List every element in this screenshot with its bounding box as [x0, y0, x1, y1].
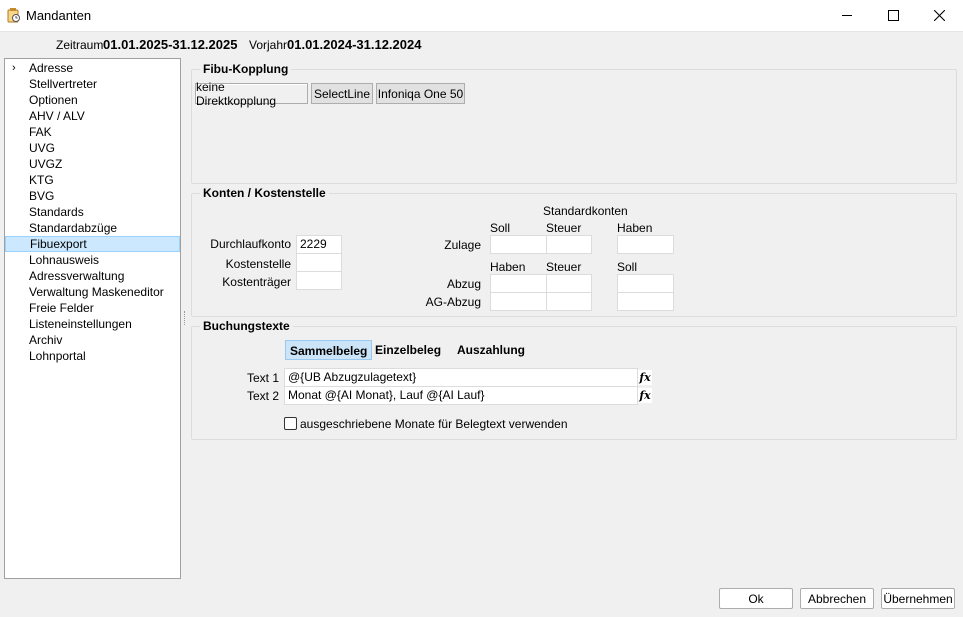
- kostenstelle-label: Kostenstelle: [225, 257, 291, 271]
- splitter-handle[interactable]: [184, 311, 188, 325]
- nav-item-stellvertreter[interactable]: Stellvertreter: [29, 76, 97, 92]
- vorjahr-label: Vorjahr: [249, 38, 288, 52]
- abzug-label: Abzug: [446, 277, 481, 291]
- text1-label: Text 1: [246, 371, 279, 385]
- nav-item-archiv[interactable]: Archiv: [29, 332, 62, 348]
- infoniqa-one-50-button[interactable]: Infoniqa One 50: [376, 83, 465, 104]
- zulage-steuer-input[interactable]: [546, 235, 592, 254]
- navigation-list[interactable]: › Adresse Stellvertreter Optionen AHV / …: [4, 58, 181, 579]
- kostentraeger-label: Kostenträger: [222, 275, 291, 289]
- zulage-haben-header: Haben: [617, 221, 653, 235]
- zeitraum-value: 01.01.2025-31.12.2025: [103, 37, 238, 52]
- minimize-icon: [842, 15, 852, 16]
- abzug-haben-input[interactable]: [490, 274, 547, 293]
- close-button[interactable]: [916, 0, 962, 31]
- text1-input[interactable]: @{UB Abzugzulagetext}: [284, 368, 638, 387]
- nav-item-adressverwaltung[interactable]: Adressverwaltung: [29, 268, 124, 284]
- nav-item-ahv-alv[interactable]: AHV / ALV: [29, 108, 85, 124]
- title-bar: Mandanten: [0, 0, 963, 32]
- abzug-steuer-input[interactable]: [546, 274, 592, 293]
- nav-item-fak[interactable]: FAK: [29, 124, 52, 140]
- window-title: Mandanten: [26, 8, 92, 23]
- abzug-soll-header: Soll: [617, 260, 638, 274]
- text2-label: Text 2: [246, 389, 279, 403]
- ag-abzug-steuer-input[interactable]: [546, 292, 592, 311]
- buchungstexte-title: Buchungstexte: [200, 319, 293, 333]
- monate-checkbox[interactable]: [284, 417, 297, 430]
- app-icon: [6, 7, 21, 23]
- zulage-haben-input[interactable]: [617, 235, 674, 254]
- close-icon: [933, 10, 945, 21]
- abzug-steuer-header: Steuer: [546, 260, 582, 274]
- nav-item-standards[interactable]: Standards: [29, 204, 84, 220]
- abzug-soll-input[interactable]: [617, 274, 674, 293]
- zulage-soll-input[interactable]: [490, 235, 547, 254]
- maximize-button[interactable]: [870, 0, 916, 31]
- monate-checkbox-label[interactable]: ausgeschriebene Monate für Belegtext ver…: [300, 417, 568, 431]
- nav-item-fibuexport[interactable]: Fibuexport: [5, 236, 180, 252]
- tab-einzelbeleg[interactable]: Einzelbeleg: [371, 340, 445, 360]
- ag-abzug-label: AG-Abzug: [425, 295, 481, 309]
- tab-auszahlung[interactable]: Auszahlung: [453, 340, 529, 360]
- formula-icon[interactable]: fx: [638, 388, 652, 403]
- konten-kostenstelle-title: Konten / Kostenstelle: [200, 186, 329, 200]
- nav-item-optionen[interactable]: Optionen: [29, 92, 78, 108]
- nav-item-standardabzuege[interactable]: Standardabzüge: [29, 220, 117, 236]
- nav-item-adresse[interactable]: Adresse: [29, 60, 73, 76]
- durchlaufkonto-input[interactable]: 2229: [296, 235, 342, 254]
- keine-direktkopplung-button[interactable]: keine Direktkopplung: [195, 80, 308, 108]
- minimize-button[interactable]: [824, 0, 870, 31]
- durchlaufkonto-label: Durchlaufkonto: [210, 237, 291, 251]
- selectline-button[interactable]: SelectLine: [311, 83, 373, 104]
- zeitraum-label: Zeitraum: [56, 38, 104, 52]
- uebernehmen-button[interactable]: Übernehmen: [881, 588, 955, 609]
- nav-item-ktg[interactable]: KTG: [29, 172, 54, 188]
- nav-item-uvg[interactable]: UVG: [29, 140, 55, 156]
- nav-item-freie-felder[interactable]: Freie Felder: [29, 300, 94, 316]
- standardkonten-label: Standardkonten: [543, 204, 628, 218]
- abbrechen-button[interactable]: Abbrechen: [800, 588, 874, 609]
- maximize-icon: [887, 10, 899, 21]
- abzug-haben-header: Haben: [490, 260, 526, 274]
- ag-abzug-haben-input[interactable]: [490, 292, 547, 311]
- vorjahr-value: 01.01.2024-31.12.2024: [287, 37, 422, 52]
- text2-input[interactable]: Monat @{AI Monat}, Lauf @{AI Lauf}: [284, 386, 638, 405]
- chevron-right-icon[interactable]: ›: [12, 62, 16, 74]
- zulage-soll-header: Soll: [490, 221, 511, 235]
- ag-abzug-soll-input[interactable]: [617, 292, 674, 311]
- nav-item-bvg[interactable]: BVG: [29, 188, 54, 204]
- zulage-label: Zulage: [444, 238, 481, 252]
- kostentraeger-input[interactable]: [296, 271, 342, 290]
- nav-item-listeneinstellungen[interactable]: Listeneinstellungen: [29, 316, 132, 332]
- zulage-steuer-header: Steuer: [546, 221, 582, 235]
- nav-item-uvgz[interactable]: UVGZ: [29, 156, 62, 172]
- fibu-kopplung-title: Fibu-Kopplung: [200, 62, 292, 76]
- nav-item-lohnausweis[interactable]: Lohnausweis: [29, 252, 99, 268]
- kostenstelle-input[interactable]: [296, 253, 342, 272]
- formula-icon[interactable]: fx: [638, 370, 652, 385]
- nav-item-verwaltung-maskeneditor[interactable]: Verwaltung Maskeneditor: [29, 284, 164, 300]
- tab-sammelbeleg[interactable]: Sammelbeleg: [285, 340, 373, 360]
- nav-item-lohnportal[interactable]: Lohnportal: [29, 348, 86, 364]
- ok-button[interactable]: Ok: [719, 588, 793, 609]
